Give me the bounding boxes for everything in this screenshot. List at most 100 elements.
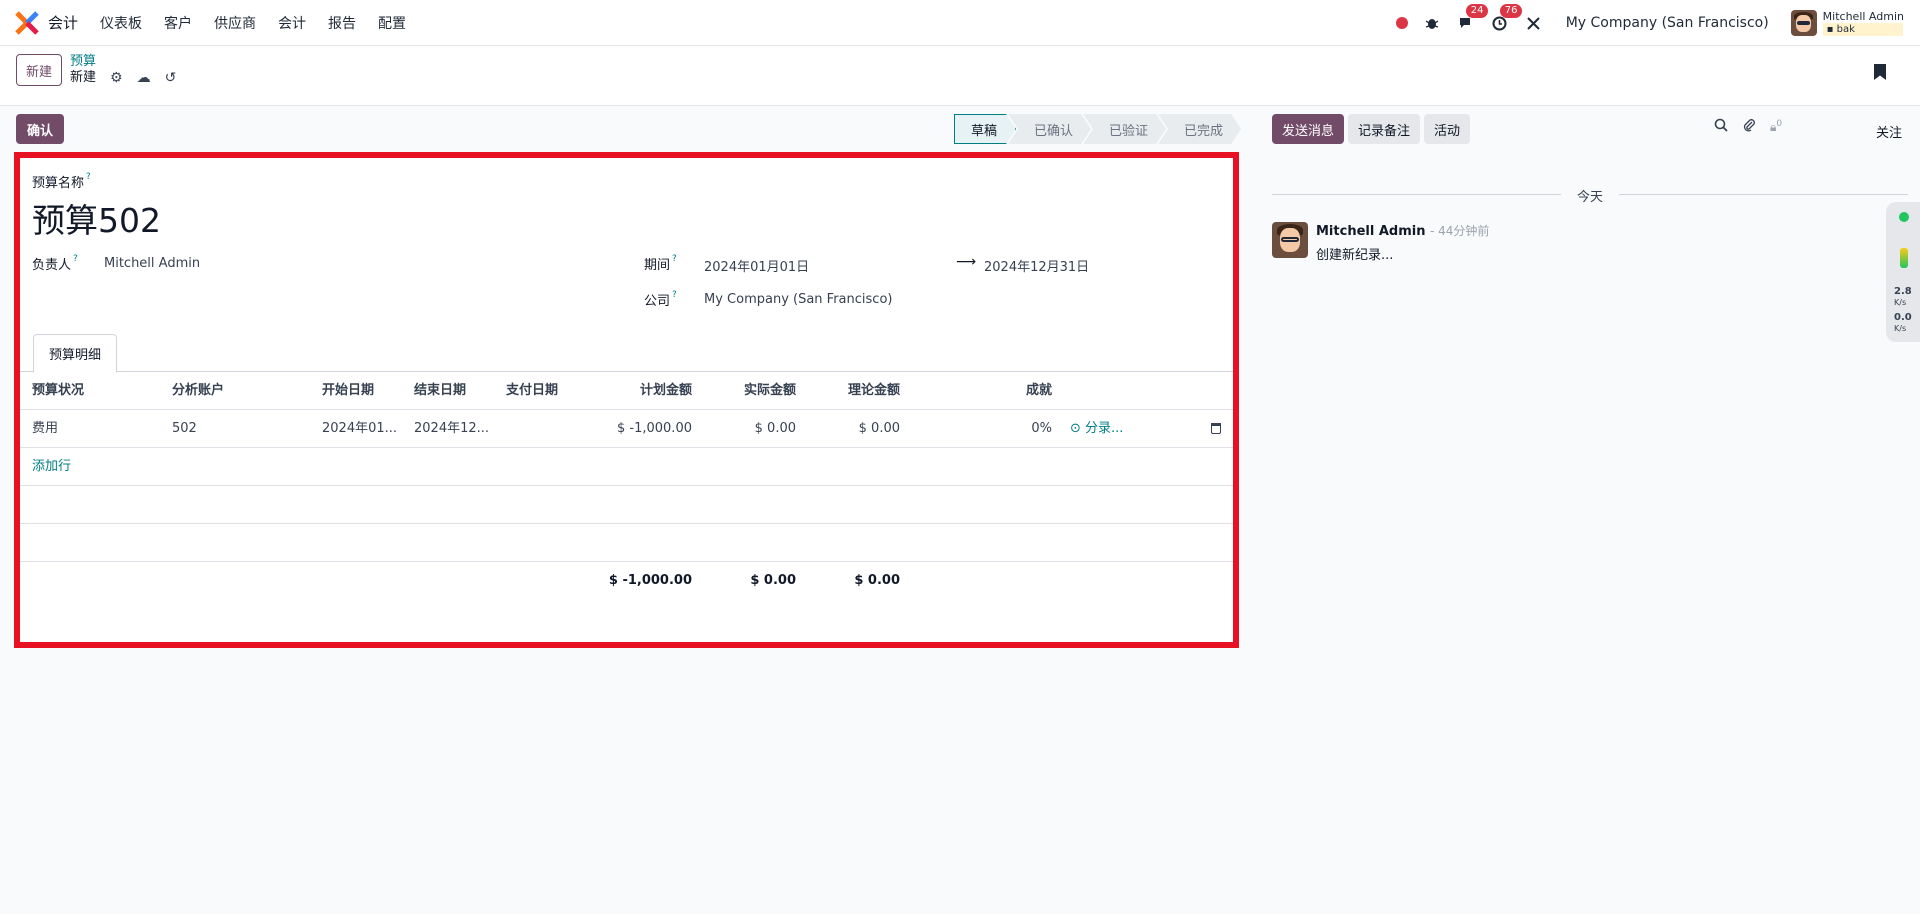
entries-link[interactable]: ⊙ 分录... xyxy=(1070,410,1123,448)
company-field[interactable]: My Company (San Francisco) xyxy=(704,292,892,307)
circle-arrow-icon: ⊙ xyxy=(1070,421,1086,436)
help-tooltip-icon[interactable]: ? xyxy=(672,254,677,264)
breadcrumb-current: 新建 xyxy=(70,70,97,85)
menu-dashboard[interactable]: 仪表板 xyxy=(100,13,142,33)
user-name: Mitchell Admin xyxy=(1822,10,1904,23)
bug-icon[interactable] xyxy=(1422,13,1442,33)
col-budget-position[interactable]: 预算状况 xyxy=(32,372,84,410)
message-time: - 44分钟前 xyxy=(1429,224,1490,238)
upload-speed: 2.8 K/s xyxy=(1894,286,1912,307)
form-sheet: 预算名称? 预算502 负责人? Mitchell Admin 期间? 2024… xyxy=(14,152,1239,648)
new-button[interactable]: 新建 xyxy=(16,54,63,86)
total-actual: $ 0.00 xyxy=(750,573,796,588)
breadcrumb-current-wrap: 新建 ⚙ ☁ ↺ xyxy=(70,70,176,86)
app-logo-icon[interactable] xyxy=(14,10,40,36)
budget-lines-table: 预算状况 分析账户 开始日期 结束日期 支付日期 计划金额 实际金额 理论金额 … xyxy=(20,372,1233,600)
responsible-label: 负责人? xyxy=(32,254,78,273)
col-paid-date[interactable]: 支付日期 xyxy=(506,372,558,410)
table-row[interactable]: 费用 502 2024年01... 2024年12... $ -1,000.00… xyxy=(20,410,1233,448)
menu-configuration[interactable]: 配置 xyxy=(378,13,406,33)
col-actual-amount[interactable]: 实际金额 xyxy=(700,372,796,410)
totals-row: $ -1,000.00 $ 0.00 $ 0.00 xyxy=(20,562,1233,600)
arrow-right-icon: ⟶ xyxy=(956,254,977,270)
col-analytic-account[interactable]: 分析账户 xyxy=(172,372,224,410)
control-panel: 新建 预算 新建 ⚙ ☁ ↺ xyxy=(0,46,1920,106)
chatter-tools: 🔒︎0 xyxy=(1714,118,1782,136)
stage-draft[interactable]: 草稿 xyxy=(954,114,1016,144)
messages-icon[interactable]: 24 xyxy=(1456,4,1489,33)
cell-analytic-account[interactable]: 502 xyxy=(172,410,197,448)
help-tooltip-icon[interactable]: ? xyxy=(86,172,91,182)
cell-achievement: 0% xyxy=(1031,421,1052,436)
database-name: ▪ bak xyxy=(1822,23,1903,36)
app-name[interactable]: 会计 xyxy=(48,12,78,33)
message-header: Mitchell Admin - 44分钟前 xyxy=(1316,222,1489,239)
trash-icon[interactable] xyxy=(1211,423,1221,434)
gear-icon[interactable]: ⚙ xyxy=(110,70,123,86)
col-start-date[interactable]: 开始日期 xyxy=(322,372,374,410)
bookmark-icon[interactable] xyxy=(1874,64,1886,80)
col-planned-amount[interactable]: 计划金额 xyxy=(580,372,692,410)
activity-button[interactable]: 活动 xyxy=(1424,114,1471,144)
activities-clock-icon[interactable]: 76 xyxy=(1490,4,1523,33)
top-navbar: 会计 仪表板 客户 供应商 会计 报告 配置 24 76 My Company … xyxy=(0,0,1920,46)
follow-button[interactable]: 关注 xyxy=(1876,122,1902,141)
stage-done[interactable]: 已完成 xyxy=(1158,114,1241,144)
message-author-avatar[interactable] xyxy=(1272,222,1308,258)
search-icon[interactable] xyxy=(1714,118,1728,136)
help-tooltip-icon[interactable]: ? xyxy=(73,254,78,264)
followers-icon[interactable]: 🔒︎0 xyxy=(1770,119,1782,135)
period-end-field[interactable]: 2024年12月31日 xyxy=(984,256,1089,275)
period-start-field[interactable]: 2024年01月01日 xyxy=(704,256,809,275)
menu-vendors[interactable]: 供应商 xyxy=(214,13,256,33)
col-theoretical-amount[interactable]: 理论金额 xyxy=(804,372,900,410)
empty-row xyxy=(20,524,1233,562)
paperclip-icon[interactable] xyxy=(1742,118,1756,136)
stage-confirmed[interactable]: 已确认 xyxy=(1008,114,1091,144)
breadcrumb: 预算 新建 ⚙ ☁ ↺ xyxy=(70,54,176,86)
notebook-tabs: 预算明细 xyxy=(20,334,1233,373)
discard-icon[interactable]: ↺ xyxy=(165,70,177,86)
status-dot-icon xyxy=(1899,212,1909,222)
responsible-field[interactable]: Mitchell Admin xyxy=(104,256,200,271)
messages-count-badge: 24 xyxy=(1465,4,1489,18)
stage-validated[interactable]: 已验证 xyxy=(1083,114,1166,144)
log-note-button[interactable]: 记录备注 xyxy=(1348,114,1421,144)
total-theoretical: $ 0.00 xyxy=(854,573,900,588)
menu-reporting[interactable]: 报告 xyxy=(328,13,356,33)
confirm-button[interactable]: 确认 xyxy=(16,114,65,144)
col-achievement[interactable]: 成就 xyxy=(920,372,1052,410)
cell-theoretical-amount[interactable]: $ 0.00 xyxy=(804,410,900,448)
download-speed: 0.0 K/s xyxy=(1894,312,1912,333)
cell-budget-position[interactable]: 费用 xyxy=(32,410,58,448)
cell-actual-amount[interactable]: $ 0.00 xyxy=(700,410,796,448)
message-body: 创建新纪录... xyxy=(1316,248,1394,263)
period-label: 期间? xyxy=(644,254,677,273)
send-message-button[interactable]: 发送消息 xyxy=(1272,114,1345,144)
budget-name-input[interactable]: 预算502 xyxy=(32,194,161,242)
cell-end-date[interactable]: 2024年12... xyxy=(414,410,489,448)
chatter-toolbar: 发送消息 记录备注 活动 xyxy=(1272,114,1471,144)
company-switcher[interactable]: My Company (San Francisco) xyxy=(1566,15,1769,31)
message-author[interactable]: Mitchell Admin xyxy=(1316,224,1425,239)
debug-tools-icon[interactable] xyxy=(1524,13,1544,33)
user-menu[interactable]: Mitchell Admin ▪ bak xyxy=(1790,10,1904,36)
add-line-link[interactable]: 添加行 xyxy=(20,448,1233,486)
help-tooltip-icon[interactable]: ? xyxy=(672,290,677,300)
record-dot-icon[interactable] xyxy=(1395,17,1408,29)
cloud-upload-icon[interactable]: ☁ xyxy=(137,70,151,86)
network-speed-widget[interactable]: 2.8 K/s 0.0 K/s xyxy=(1886,202,1920,342)
activities-count-badge: 76 xyxy=(1499,4,1523,18)
col-end-date[interactable]: 结束日期 xyxy=(414,372,466,410)
cell-planned-amount[interactable]: $ -1,000.00 xyxy=(580,410,692,448)
main-menu: 仪表板 客户 供应商 会计 报告 配置 xyxy=(100,13,406,33)
status-bar: 草稿 已确认 已验证 已完成 xyxy=(954,114,1241,144)
followers-count: 0 xyxy=(1776,119,1783,129)
date-separator: 今天 xyxy=(1272,186,1908,205)
menu-customers[interactable]: 客户 xyxy=(164,13,192,33)
user-avatar xyxy=(1790,10,1817,36)
menu-accounting[interactable]: 会计 xyxy=(278,13,306,33)
tab-budget-lines[interactable]: 预算明细 xyxy=(33,334,118,373)
breadcrumb-parent[interactable]: 预算 xyxy=(70,54,176,70)
cell-start-date[interactable]: 2024年01... xyxy=(322,410,397,448)
